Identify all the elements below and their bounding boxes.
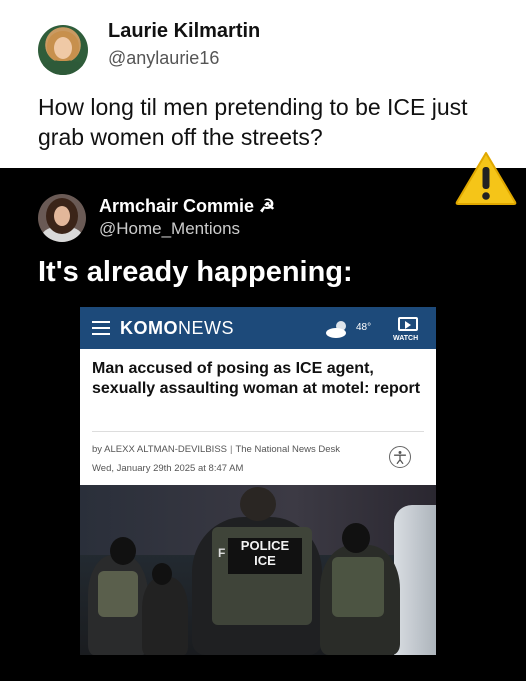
- warning-icon: [455, 152, 517, 205]
- partly-cloudy-icon: [326, 321, 346, 338]
- tweet-text: How long til men pretending to be ICE ju…: [38, 94, 468, 150]
- temperature: 48°: [356, 322, 372, 333]
- article-card[interactable]: KOMONEWS 48° WATCH Man accused of posing…: [80, 307, 436, 655]
- avatar[interactable]: [38, 25, 88, 75]
- article-headline[interactable]: Man accused of posing as ICE agent, sexu…: [92, 359, 424, 399]
- tweet-text: It's already happening:: [38, 256, 353, 288]
- byline: by ALEXX ALTMAN-DEVILBISS | The National N…: [92, 444, 341, 455]
- author-handle[interactable]: @anylaurie16: [108, 48, 219, 69]
- author-name[interactable]: Laurie Kilmartin: [108, 20, 260, 43]
- hamburger-menu-icon[interactable]: [92, 321, 110, 335]
- divider: [92, 431, 424, 432]
- author[interactable]: by ALEXX ALTMAN-DEVILBISS: [92, 444, 227, 455]
- author-handle[interactable]: @Home_Mentions: [99, 219, 240, 239]
- watch-label[interactable]: WATCH: [393, 335, 418, 342]
- article-photo[interactable]: F POLICE ICE: [80, 485, 436, 655]
- accessibility-icon[interactable]: [389, 446, 411, 468]
- play-icon[interactable]: [398, 317, 418, 331]
- avatar[interactable]: [38, 194, 86, 242]
- top-tweet: Laurie Kilmartin @anylaurie16 How long t…: [0, 0, 526, 168]
- publish-date: Wed, January 29th 2025 at 8:47 AM: [92, 463, 244, 474]
- police-ice-patch: F POLICE ICE: [218, 538, 302, 574]
- author-name[interactable]: Armchair Commie ☭: [99, 196, 275, 217]
- news-navbar: KOMONEWS 48° WATCH: [80, 307, 436, 349]
- site-logo[interactable]: KOMONEWS: [120, 318, 234, 339]
- source[interactable]: The National News Desk: [235, 444, 340, 455]
